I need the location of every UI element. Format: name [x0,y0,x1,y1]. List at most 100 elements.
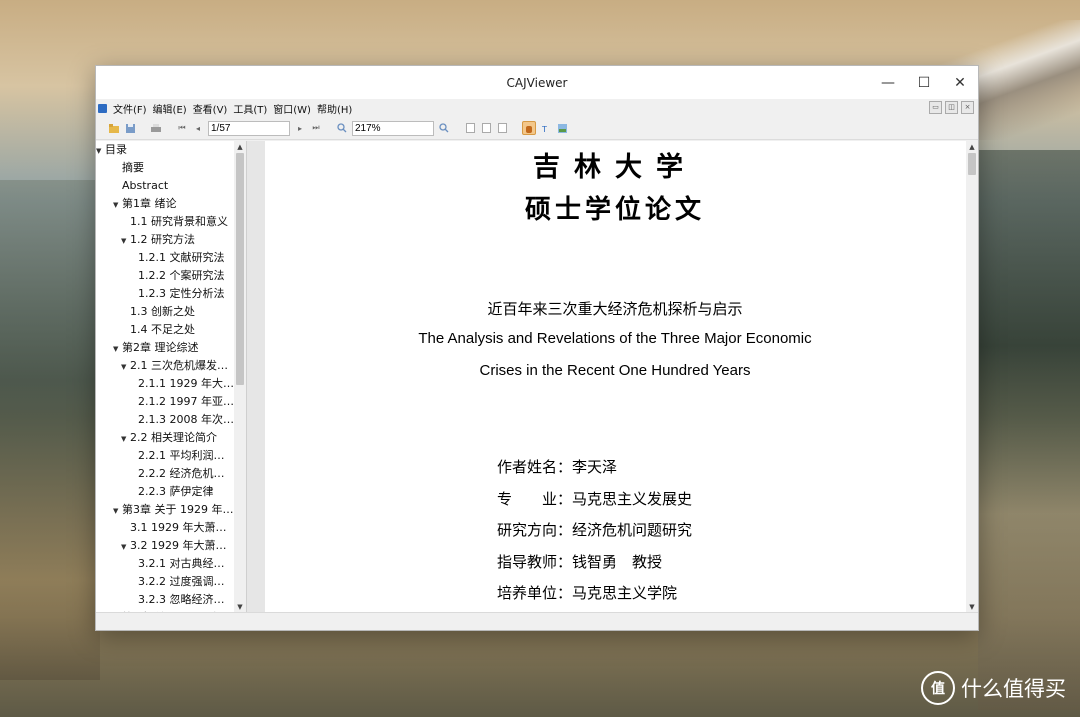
toc-item-label: 1.2 研究方法 [130,233,195,246]
expand-arrow-icon[interactable]: ▼ [113,502,122,519]
toc-item[interactable]: ▼ 2.1 三次危机爆发原… [96,357,234,375]
zoom-in-icon[interactable] [438,122,450,134]
toc-item[interactable]: 1.2.3 定性分析法 [96,285,234,303]
toc-item-label: 目录 [105,143,127,156]
zoom-out-icon[interactable] [336,122,348,134]
toc-item[interactable]: 1.4 不足之处 [96,321,234,339]
menu-window[interactable]: 窗口(W) [270,101,314,116]
toc-item-label: 第1章 绪论 [122,197,177,210]
menu-edit[interactable]: 编辑(E) [150,101,190,116]
title-bar[interactable]: CAJViewer — ☐ ✕ [96,66,978,99]
info-label: 培养单位： [497,584,573,602]
toc-item[interactable]: 3.1 1929 年大萧条概况 [96,519,234,537]
doc-minimize-icon[interactable]: ▭ [929,101,942,114]
save-icon[interactable] [124,122,136,134]
menu-tools[interactable]: 工具(T) [230,101,270,116]
expand-arrow-icon[interactable]: ▼ [96,142,105,159]
open-folder-icon[interactable] [108,122,120,134]
app-icon[interactable] [98,103,107,113]
toc-item-label: Abstract [122,179,169,192]
toc-item[interactable]: 1.3 创新之处 [96,303,234,321]
toc-item[interactable]: 2.2.3 萨伊定律 [96,483,234,501]
doc-close-icon[interactable]: × [961,101,974,114]
expand-arrow-icon[interactable]: ▼ [113,196,122,213]
menu-file[interactable]: 文件(F) [110,101,150,116]
toc-scrollbar[interactable]: ▲ ▼ [234,141,246,613]
toc-item-label: 2.2.2 经济危机理论 [138,467,234,480]
toc-item[interactable]: ▼3.2 1929 年大萧条原… [96,537,234,555]
info-row-author: 作者姓名：李天泽 [497,456,617,477]
watermark-text: 什么值得买 [961,677,1066,701]
watermark-logo: 值 [921,671,955,705]
toc-item[interactable]: 3.2.2 过度强调市场… [96,573,234,591]
page-number-input[interactable] [208,120,290,136]
toc-item[interactable]: 3.2.3 忽略经济规律… [96,591,234,609]
toc-item[interactable]: 1.2.1 文献研究法 [96,249,234,267]
maximize-button[interactable]: ☐ [906,66,942,99]
toc-item[interactable]: 2.1.1 1929 年大萧条 [96,375,234,393]
window-controls: — ☐ ✕ [870,66,978,99]
toc-item[interactable]: 2.1.3 2008 年次贷… [96,411,234,429]
info-row-institution: 培养单位：马克思主义学院 [497,582,677,603]
toc-item[interactable]: ▼ 第2章 理论综述 [96,339,234,357]
status-bar [96,612,978,630]
toc-item-label: 1.2.3 定性分析法 [138,287,225,300]
panel-splitter[interactable] [247,141,265,613]
minimize-button[interactable]: — [870,66,906,99]
document-view[interactable]: 吉林大学 硕士学位论文 近百年来三次重大经济危机探析与启示 The Analys… [265,141,978,613]
toc-item[interactable]: ▼ 第3章 关于 1929 年大… [96,501,234,519]
expand-arrow-icon[interactable]: ▼ [121,538,130,555]
expand-arrow-icon[interactable]: ▼ [121,358,130,375]
watermark: 值 什么值得买 [921,671,1066,705]
toc-scroll-thumb[interactable] [236,153,244,385]
toc-item-label: 3.2.2 过度强调市场… [138,575,234,588]
toc-item[interactable]: Abstract [96,177,234,195]
toc-item[interactable]: 2.2.1 平均利润理论 [96,447,234,465]
expand-arrow-icon[interactable]: ▼ [121,232,130,249]
toc-item[interactable]: 2.1.2 1997 年亚洲… [96,393,234,411]
scroll-up-icon[interactable]: ▲ [234,141,246,153]
expand-arrow-icon[interactable]: ▼ [121,430,130,447]
doc-restore-icon[interactable]: ◫ [945,101,958,114]
info-value: 钱智勇 教授 [572,553,663,571]
thesis-title-en: The Analysis and Revelations of the Thre… [265,323,965,387]
close-button[interactable]: ✕ [942,66,978,99]
doc-scroll-thumb[interactable] [968,153,976,175]
toc-item[interactable]: 1.2.2 个案研究法 [96,267,234,285]
print-icon[interactable] [150,122,162,134]
toc-item-label: 2.2.3 萨伊定律 [138,485,214,498]
fit-width-icon[interactable] [480,122,492,134]
toc-item[interactable]: ▼ 1.2 研究方法 [96,231,234,249]
toc-item-label: 2.1 三次危机爆发原… [130,359,234,372]
toc-item[interactable]: 1.1 研究背景和意义 [96,213,234,231]
document-window-controls: ▭ ◫ × [929,101,974,114]
toc-item[interactable]: 摘要 [96,159,234,177]
toc-panel: ▼ 目录 摘要 Abstract ▼ 第1章 绪论 1.1 研究背景和意义 ▼ 1.2 研究方法… [96,141,247,613]
fit-page-icon[interactable] [464,122,476,134]
toc-item[interactable]: 3.2.1 对古典经济学… [96,555,234,573]
hand-tool-icon[interactable] [522,121,536,135]
actual-size-icon[interactable] [496,122,508,134]
text-select-icon[interactable]: T [540,122,552,134]
last-page-icon[interactable]: ⏭ [310,122,322,134]
menu-view[interactable]: 查看(V) [190,101,231,116]
toc-item[interactable]: ▼ 第1章 绪论 [96,195,234,213]
info-value: 马克思主义发展史 [572,490,693,508]
toc-item[interactable]: ▼ 2.2 相关理论简介 [96,429,234,447]
menu-help[interactable]: 帮助(H) [314,101,355,116]
toc-item-label: 2.2.1 平均利润理论 [138,449,234,462]
toc-tree: ▼ 目录 摘要 Abstract ▼ 第1章 绪论 1.1 研究背景和意义 ▼ 1.2 研究方法… [96,141,234,613]
first-page-icon[interactable]: ⏮ [176,122,188,134]
info-label: 专 业： [497,490,573,508]
toc-item[interactable]: ▼ 目录 [96,141,234,159]
zoom-input[interactable] [352,120,434,136]
doc-scroll-up-icon[interactable]: ▲ [966,141,978,153]
toolbar: ⏮ ◂ ▸ ⏭ T [96,117,978,140]
document-scrollbar[interactable]: ▲ ▼ [966,141,978,613]
prev-page-icon[interactable]: ◂ [192,122,204,134]
expand-arrow-icon[interactable]: ▼ [113,340,122,357]
toc-item-label: 第3章 关于 1929 年大… [122,503,234,516]
toc-item[interactable]: 2.2.2 经济危机理论 [96,465,234,483]
image-select-icon[interactable] [556,122,568,134]
next-page-icon[interactable]: ▸ [294,122,306,134]
